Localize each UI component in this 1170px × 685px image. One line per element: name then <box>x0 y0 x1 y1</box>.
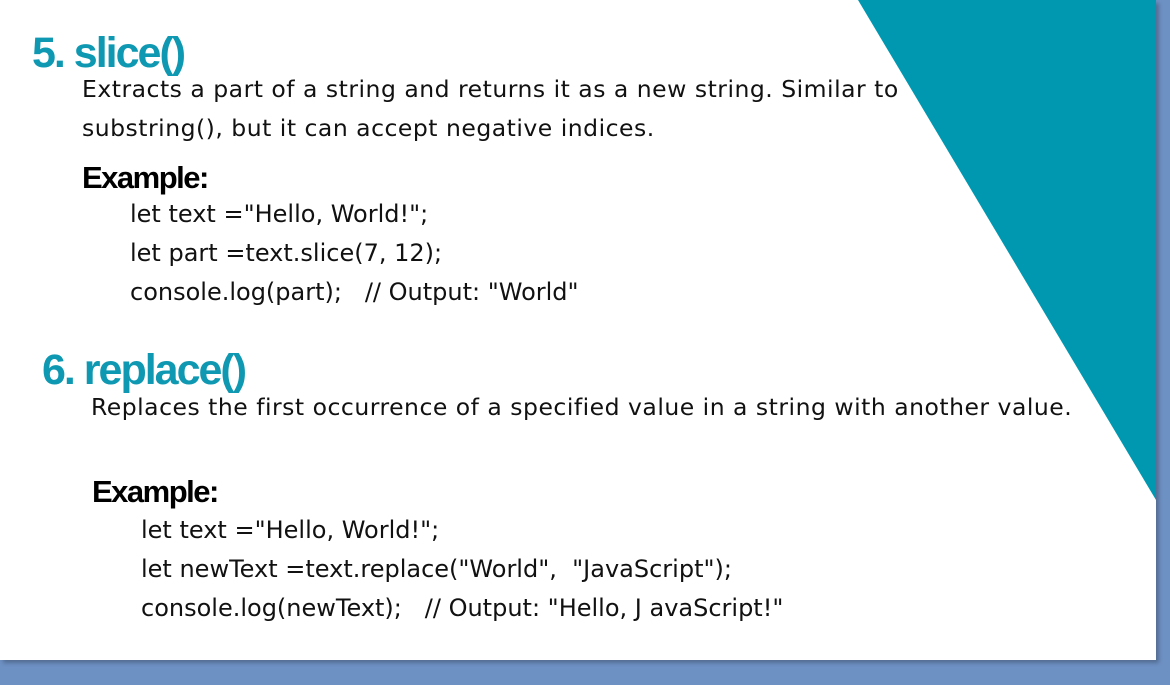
code-block-slice: let text ="Hello, World!"; let part =tex… <box>130 195 579 312</box>
section-heading-slice: 5. slice() <box>32 29 186 77</box>
section-description-slice: Extracts a part of a string and returns … <box>82 75 899 142</box>
code-line: let part =text.slice(7, 12); <box>130 239 443 267</box>
code-line: let text ="Hello, World!"; <box>130 200 429 228</box>
code-line: console.log(newText); // Output: "Hello,… <box>141 594 784 622</box>
section-description-replace: Replaces the first occurrence of a speci… <box>91 393 1073 421</box>
example-label-replace: Example: <box>92 474 219 509</box>
code-line: let newText =text.replace("World", "Java… <box>141 555 732 583</box>
code-block-replace: let text ="Hello, World!"; let newText =… <box>141 511 783 628</box>
slide: 5. slice() Extracts a part of a string a… <box>0 0 1156 660</box>
code-line: let text ="Hello, World!"; <box>141 516 440 544</box>
section-heading-replace: 6. replace() <box>42 346 247 394</box>
example-label-slice: Example: <box>82 160 209 195</box>
code-line: console.log(part); // Output: "World" <box>130 278 579 306</box>
